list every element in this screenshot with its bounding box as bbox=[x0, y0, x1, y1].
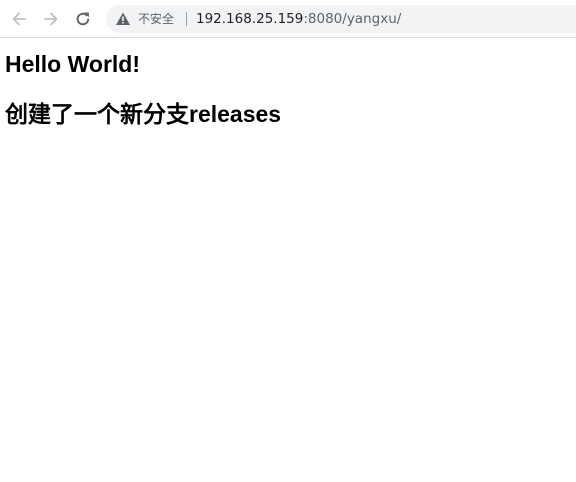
reload-icon bbox=[76, 12, 90, 26]
url-text[interactable]: 192.168.25.159:8080/yangxu/ bbox=[196, 10, 401, 28]
forward-button[interactable] bbox=[39, 7, 63, 31]
url-host: 192.168.25.159 bbox=[196, 11, 304, 27]
back-button[interactable] bbox=[7, 7, 31, 31]
arrow-right-icon bbox=[44, 12, 58, 26]
arrow-left-icon bbox=[12, 12, 26, 26]
url-path: :8080/yangxu/ bbox=[303, 11, 402, 27]
reload-button[interactable] bbox=[71, 7, 95, 31]
omnibox-divider bbox=[186, 12, 187, 26]
address-bar[interactable]: 不安全 192.168.25.159:8080/yangxu/ bbox=[106, 5, 576, 33]
warning-triangle-icon[interactable] bbox=[115, 11, 131, 27]
browser-toolbar: 不安全 192.168.25.159:8080/yangxu/ bbox=[0, 0, 576, 38]
security-status-label[interactable]: 不安全 bbox=[138, 11, 174, 27]
hello-heading: Hello World! bbox=[5, 51, 141, 77]
branch-heading: 创建了一个新分支releases bbox=[5, 101, 282, 127]
